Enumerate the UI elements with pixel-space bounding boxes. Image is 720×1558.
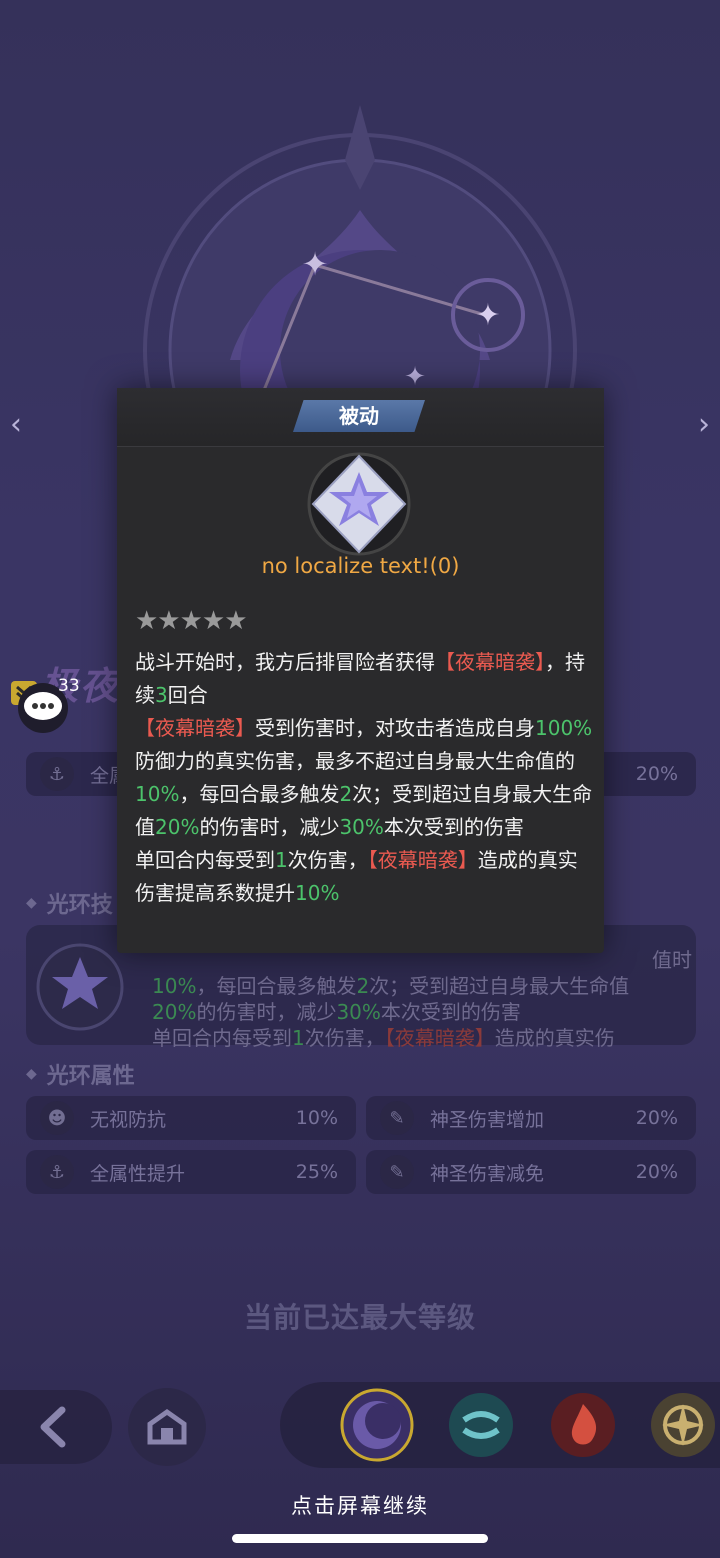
- skill-tooltip-popup: 被动 no localize text!(0) ★★★★★ 战斗开始时，我方后排…: [117, 388, 604, 953]
- aura-attribute-row: ✎ 神圣伤害减免 20%: [366, 1150, 696, 1194]
- star-rating: ★★★★★: [135, 606, 248, 636]
- aura-attribute-row: ☻ 无视防抗 10%: [26, 1096, 356, 1140]
- home-button[interactable]: [128, 1388, 206, 1466]
- helmet-icon: ☻: [40, 1101, 74, 1135]
- element-light-icon[interactable]: [646, 1388, 720, 1462]
- aura-attributes-title: ◆ 光环属性: [26, 1064, 135, 1089]
- skill-name: no localize text!(0): [261, 554, 460, 578]
- bullet-icon: ◆: [26, 1066, 37, 1082]
- element-wind-icon[interactable]: [444, 1388, 518, 1462]
- anchor-icon: ⚓: [40, 757, 74, 791]
- prev-arrow-icon[interactable]: ‹: [2, 410, 30, 440]
- passive-tab-label: 被动: [293, 400, 425, 432]
- skill-description: 战斗开始时，我方后排冒险者获得【夜幕暗袭】，持续3回合 【夜幕暗袭】受到伤害时，…: [135, 650, 593, 905]
- hexagram-star-icon: [307, 452, 411, 556]
- quill-icon: ✎: [380, 1101, 414, 1135]
- svg-text:✦: ✦: [475, 298, 500, 333]
- next-arrow-icon[interactable]: ›: [690, 410, 718, 440]
- element-dark-moon-icon[interactable]: [340, 1388, 414, 1462]
- svg-text:✦: ✦: [302, 245, 329, 283]
- back-arrow-icon: [40, 1406, 66, 1448]
- aura-skill-description: 值时 10%，每回合最多触发2次；受到超过自身最大生命值 20%的伤害时，减少3…: [152, 948, 692, 1050]
- max-level-text: 当前已达最大等级: [243, 1301, 476, 1334]
- chat-count: 33: [58, 676, 80, 696]
- element-fire-icon[interactable]: [546, 1388, 620, 1462]
- bullet-icon: ◆: [26, 895, 37, 911]
- aura-attribute-row: ✎ 神圣伤害增加 20%: [366, 1096, 696, 1140]
- quill-icon: ✎: [380, 1155, 414, 1189]
- hexagram-star-icon: [36, 943, 124, 1031]
- house-icon: [147, 1408, 187, 1445]
- back-button[interactable]: [0, 1390, 112, 1464]
- aura-attribute-row: ⚓ 全属性提升 25%: [26, 1150, 356, 1194]
- tap-to-continue-text[interactable]: 点击屏幕继续: [0, 1490, 720, 1520]
- home-indicator[interactable]: [232, 1534, 488, 1543]
- aura-skill-title: ◆ 光环技: [26, 893, 113, 918]
- anchor-icon: ⚓: [40, 1155, 74, 1189]
- attribute-value: 20%: [635, 763, 678, 785]
